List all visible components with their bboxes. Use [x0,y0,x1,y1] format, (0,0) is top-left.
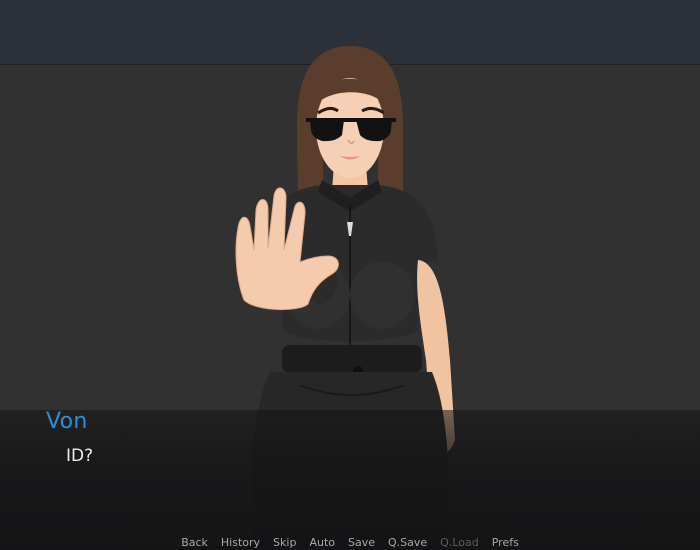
quick-menu-prefs-button[interactable]: Prefs [492,535,519,550]
quick-menu-qsave-button[interactable]: Q.Save [388,535,427,550]
game-scene[interactable]: Von ID? Back History Skip Auto Save Q.Sa… [0,0,700,550]
quick-menu-skip-button[interactable]: Skip [273,535,296,550]
quick-menu-history-button[interactable]: History [221,535,260,550]
quick-menu-save-button[interactable]: Save [348,535,375,550]
speaker-name: Von [46,409,88,434]
quick-menu: Back History Skip Auto Save Q.Save Q.Loa… [0,535,700,550]
quick-menu-back-button[interactable]: Back [181,535,208,550]
dialogue-box[interactable] [0,410,700,550]
dialogue-text: ID? [66,446,94,466]
character-belt [282,345,422,373]
quick-menu-auto-button[interactable]: Auto [309,535,335,550]
quick-menu-qload-button[interactable]: Q.Load [440,535,479,550]
